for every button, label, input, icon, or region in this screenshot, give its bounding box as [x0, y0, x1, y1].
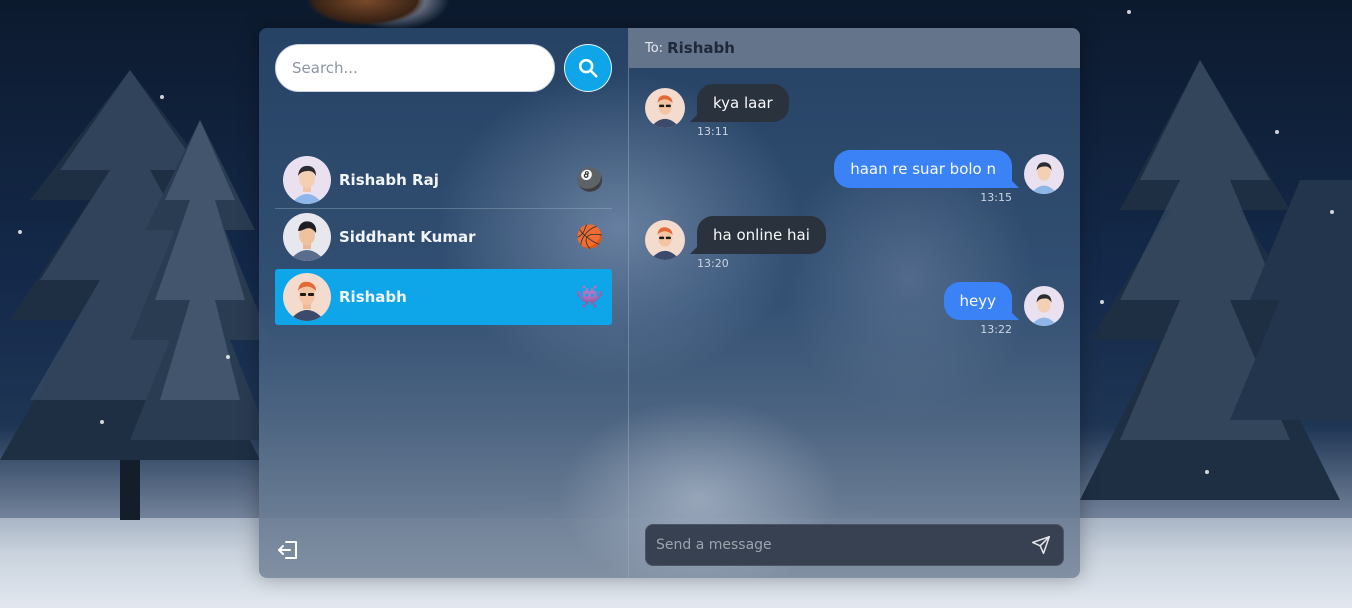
- avatar: [645, 220, 685, 260]
- avatar: [283, 156, 331, 204]
- message-outgoing: haan re suar bolo n 13:15: [645, 150, 1064, 204]
- contact-item[interactable]: Siddhant Kumar 🏀: [275, 209, 612, 265]
- snowflake: [100, 420, 104, 424]
- chat-panel: To: Rishabh kya laar 13:11 haan re suar …: [629, 28, 1080, 578]
- avatar: [1024, 286, 1064, 326]
- message-time: 13:20: [697, 257, 729, 270]
- search-row: [275, 44, 612, 92]
- alien-monster-icon: 👾: [576, 284, 604, 310]
- pine-tree-left-2: [130, 120, 270, 440]
- logout-icon: [278, 541, 297, 559]
- sidebar: Rishabh Raj 🎱 Siddhant Kumar 🏀: [259, 28, 629, 578]
- contact-item-selected[interactable]: Rishabh 👾: [275, 269, 612, 325]
- message-time: 13:22: [980, 323, 1012, 336]
- snowflake: [226, 355, 230, 359]
- message-list: kya laar 13:11 haan re suar bolo n 13:15: [629, 68, 1080, 364]
- logout-button[interactable]: [277, 538, 301, 562]
- message-body: kya laar 13:11: [690, 84, 789, 138]
- message-outgoing: heyy 13:22: [645, 282, 1064, 336]
- message-body: ha online hai 13:20: [690, 216, 826, 270]
- contact-name: Rishabh Raj: [339, 171, 439, 189]
- sleigh-silhouette: [306, 0, 426, 26]
- message-incoming: ha online hai 13:20: [645, 216, 1064, 270]
- chat-app-window: Rishabh Raj 🎱 Siddhant Kumar 🏀: [259, 28, 1080, 578]
- snowflake: [160, 95, 164, 99]
- contact-list: Rishabh Raj 🎱 Siddhant Kumar 🏀 Rishabh 👾: [275, 152, 612, 325]
- contact-item[interactable]: Rishabh Raj 🎱: [275, 152, 612, 208]
- snowflake: [1100, 300, 1104, 304]
- snowflake: [1275, 130, 1279, 134]
- search-button[interactable]: [564, 44, 612, 92]
- search-input[interactable]: [275, 44, 556, 92]
- message-input[interactable]: [656, 537, 1029, 553]
- message-time: 13:11: [697, 125, 729, 138]
- snowflake: [18, 230, 22, 234]
- basketball-icon: 🏀: [576, 224, 604, 250]
- contact-name: Siddhant Kumar: [339, 228, 476, 246]
- message-body: heyy 13:22: [943, 282, 1019, 336]
- avatar: [645, 88, 685, 128]
- avatar: [283, 213, 331, 261]
- chat-header: To: Rishabh: [629, 28, 1080, 68]
- to-label: To:: [645, 40, 664, 56]
- avatar: [1024, 154, 1064, 194]
- recipient-name: Rishabh: [667, 39, 735, 57]
- message-time: 13:15: [980, 191, 1012, 204]
- snowflake: [1205, 470, 1209, 474]
- snowflake: [1127, 10, 1131, 14]
- message-bubble: haan re suar bolo n: [834, 150, 1019, 188]
- avatar: [283, 273, 331, 321]
- message-body: haan re suar bolo n 13:15: [834, 150, 1019, 204]
- message-bubble: kya laar: [690, 84, 789, 122]
- message-bubble: ha online hai: [690, 216, 826, 254]
- search-icon: [579, 58, 598, 78]
- send-icon: [1031, 535, 1051, 555]
- pine-tree-right: [1080, 60, 1352, 500]
- send-button[interactable]: [1029, 533, 1053, 557]
- contact-name: Rishabh: [339, 288, 407, 306]
- message-bubble: heyy: [943, 282, 1019, 320]
- billiard-ball-icon: 🎱: [576, 167, 604, 193]
- snowflake: [1330, 210, 1334, 214]
- message-composer: [645, 524, 1064, 566]
- message-incoming: kya laar 13:11: [645, 84, 1064, 138]
